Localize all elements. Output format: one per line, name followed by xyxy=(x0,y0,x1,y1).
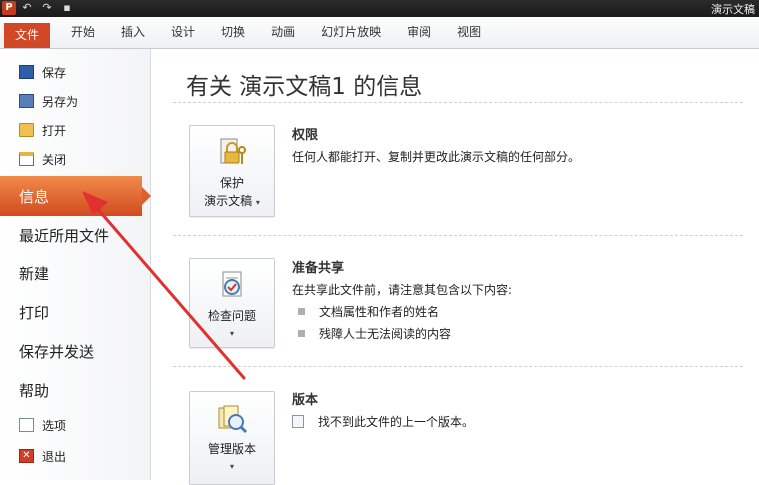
chevron-down-icon: ▾ xyxy=(229,329,234,338)
tab-insert[interactable]: 插入 xyxy=(108,17,158,48)
protect-button-label-2-text: 演示文稿 xyxy=(204,194,253,208)
chevron-down-icon: ▾ xyxy=(229,462,234,471)
check-for-issues-button[interactable]: 检查问题 ▾ xyxy=(189,258,275,348)
divider xyxy=(173,102,743,103)
nav-recent[interactable]: 最近所用文件 xyxy=(0,215,150,255)
nav-recent-label: 最近所用文件 xyxy=(19,226,110,245)
nav-close[interactable]: 关闭 xyxy=(0,144,150,174)
permissions-title: 权限 xyxy=(292,128,319,143)
nav-info-label: 信息 xyxy=(19,187,50,206)
prepare-text: 在共享此文件前，请注意其包含以下内容: xyxy=(292,283,513,297)
protect-presentation-button[interactable]: 保护 演示文稿 ▾ xyxy=(189,125,275,217)
protect-button-label-2: 演示文稿 ▾ xyxy=(190,192,274,212)
window-title: 演示文稿 xyxy=(711,3,755,16)
divider xyxy=(173,235,743,236)
nav-help[interactable]: 帮助 xyxy=(0,370,150,410)
nav-info[interactable]: 信息 xyxy=(0,176,151,216)
redo-icon[interactable]: ↷ xyxy=(40,1,54,15)
save-as-icon xyxy=(19,94,34,108)
ribbon-tabs: 文件 开始 插入 设计 切换 动画 幻灯片放映 审阅 视图 xyxy=(0,17,759,49)
nav-open[interactable]: 打开 xyxy=(0,115,150,145)
tab-transitions[interactable]: 切换 xyxy=(208,17,258,48)
options-icon xyxy=(19,418,34,432)
undo-icon[interactable]: ↶ xyxy=(20,1,34,15)
backstage-nav: 保存 另存为 打开 关闭 信息 最近所用文件 新建 打印 保存并发送 帮助 选项… xyxy=(0,49,151,480)
quick-access-toolbar: ↶ ↷ ▪ xyxy=(20,1,74,15)
nav-exit[interactable]: ✕ 退出 xyxy=(0,441,150,471)
lock-key-icon xyxy=(215,136,249,170)
chevron-down-icon: ▾ xyxy=(255,198,260,207)
tab-review[interactable]: 审阅 xyxy=(394,17,444,48)
divider xyxy=(173,366,743,367)
tab-slideshow[interactable]: 幻灯片放映 xyxy=(308,17,394,48)
prepare-bullet-2: 残障人士无法阅读的内容 xyxy=(319,327,452,341)
tab-view[interactable]: 视图 xyxy=(444,17,494,48)
powerpoint-logo-icon[interactable]: P xyxy=(2,1,16,15)
nav-exit-label: 退出 xyxy=(42,449,67,464)
save-icon xyxy=(19,65,34,79)
manage-versions-label: 管理版本 xyxy=(207,442,256,456)
tab-design[interactable]: 设计 xyxy=(158,17,208,48)
versions-icon xyxy=(215,402,249,436)
nav-new[interactable]: 新建 xyxy=(0,253,150,293)
nav-options-label: 选项 xyxy=(42,418,67,433)
prepare-bullet-1: 文档属性和作者的姓名 xyxy=(319,305,440,319)
nav-save-as-label: 另存为 xyxy=(42,94,79,109)
versions-text: 找不到此文件的上一个版本。 xyxy=(318,415,475,429)
tab-animations[interactable]: 动画 xyxy=(258,17,308,48)
permissions-text: 任何人都能打开、复制并更改此演示文稿的任何部分。 xyxy=(292,150,581,164)
nav-save-send[interactable]: 保存并发送 xyxy=(0,331,150,371)
nav-save-as[interactable]: 另存为 xyxy=(0,86,150,116)
nav-new-label: 新建 xyxy=(19,264,50,283)
info-panel: 有关 演示文稿1 的信息 保护 演示文稿 ▾ 权限 任何人都能打开、复制并更改此… xyxy=(151,49,759,485)
nav-print-label: 打印 xyxy=(19,303,50,322)
protect-button-label-1: 保护 xyxy=(219,176,244,190)
tab-home[interactable]: 开始 xyxy=(58,17,108,48)
nav-open-label: 打开 xyxy=(42,123,67,138)
bullet-icon xyxy=(298,308,305,315)
tab-file[interactable]: 文件 xyxy=(4,23,50,48)
document-version-icon xyxy=(292,415,304,428)
prepare-title: 准备共享 xyxy=(292,261,345,276)
versions-title: 版本 xyxy=(292,393,319,408)
tab-list: 开始 插入 设计 切换 动画 幻灯片放映 审阅 视图 xyxy=(58,17,494,48)
check-issues-label: 检查问题 xyxy=(207,309,256,323)
open-folder-icon xyxy=(19,123,34,137)
nav-save-label: 保存 xyxy=(42,65,67,80)
save-icon[interactable]: ▪ xyxy=(60,1,74,15)
bullet-icon xyxy=(298,330,305,337)
exit-icon: ✕ xyxy=(19,449,34,463)
close-folder-icon xyxy=(19,152,34,166)
nav-options[interactable]: 选项 xyxy=(0,410,150,440)
nav-print[interactable]: 打印 xyxy=(0,292,150,332)
versions-row: 找不到此文件的上一个版本。 xyxy=(292,413,474,430)
inspect-document-icon xyxy=(215,269,249,303)
nav-help-label: 帮助 xyxy=(19,381,50,400)
nav-close-label: 关闭 xyxy=(42,152,67,167)
list-item: 文档属性和作者的姓名 xyxy=(298,303,439,320)
list-item: 残障人士无法阅读的内容 xyxy=(298,325,451,342)
manage-versions-button[interactable]: 管理版本 ▾ xyxy=(189,391,275,485)
nav-save-send-label: 保存并发送 xyxy=(19,342,95,361)
title-bar: P ↶ ↷ ▪ 演示文稿 xyxy=(0,0,759,17)
page-title: 有关 演示文稿1 的信息 xyxy=(186,74,423,100)
nav-save[interactable]: 保存 xyxy=(0,57,150,87)
